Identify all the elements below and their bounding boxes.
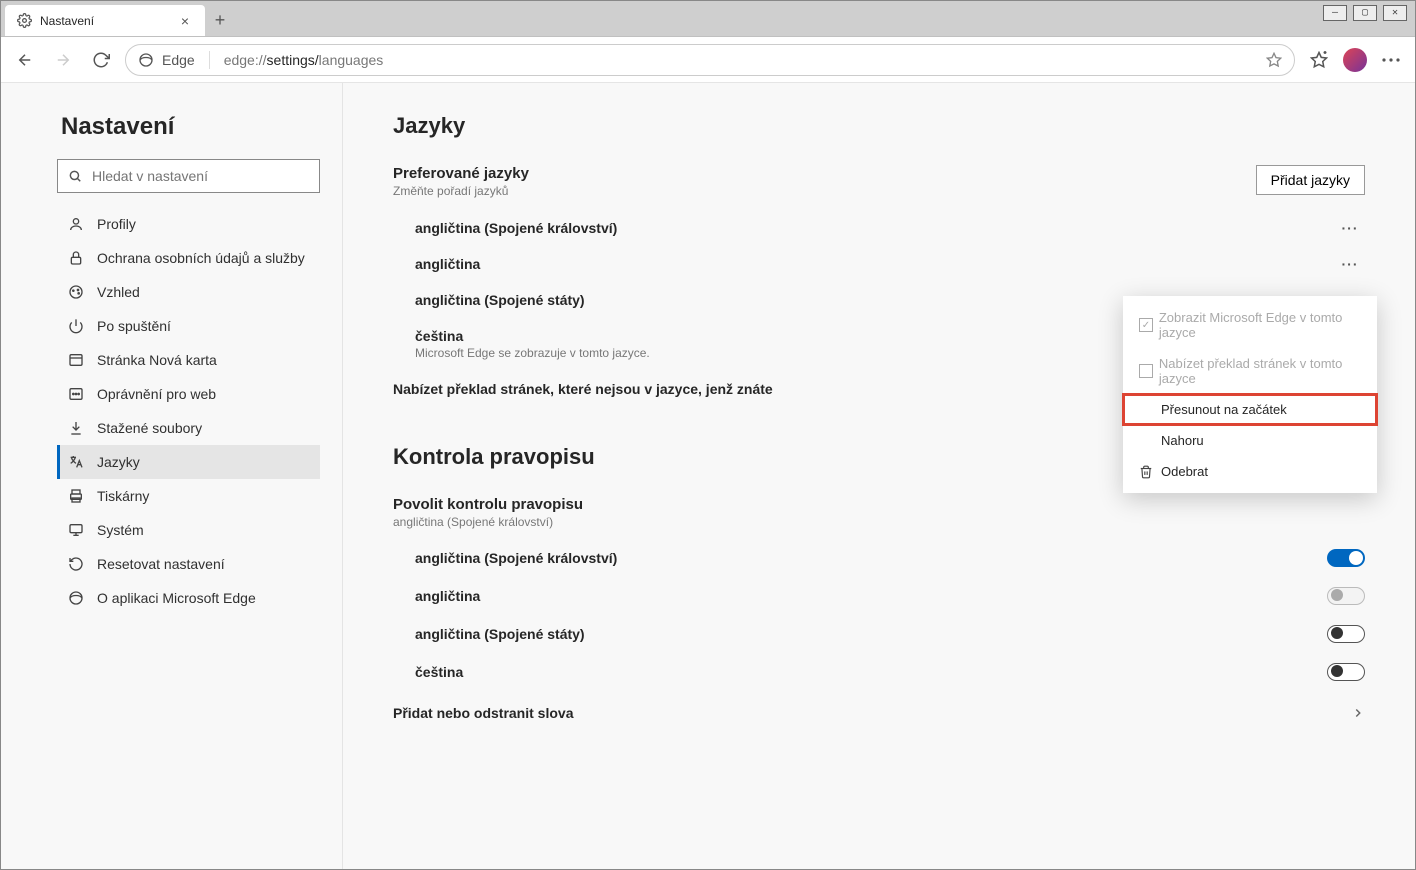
- refresh-button[interactable]: [87, 46, 115, 74]
- language-context-menu: ✓ Zobrazit Microsoft Edge v tomto jazyce…: [1123, 296, 1377, 493]
- download-icon: [67, 420, 85, 436]
- enable-spellcheck-note: angličtina (Spojené království): [393, 515, 1365, 529]
- menu-button[interactable]: [1377, 46, 1405, 74]
- language-row: angličtina ···: [393, 246, 1365, 282]
- preferred-languages-label: Preferované jazyky: [393, 165, 529, 182]
- settings-sidebar: Nastavení Profily Ochrana osobních údajů…: [1, 83, 343, 869]
- printer-icon: [67, 488, 85, 504]
- languages-heading: Jazyky: [393, 113, 1365, 139]
- maximize-button[interactable]: ▢: [1353, 5, 1377, 21]
- tab-strip: Nastavení × +: [1, 1, 1415, 37]
- close-window-button[interactable]: ✕: [1383, 5, 1407, 21]
- sidebar-item-languages[interactable]: Jazyky: [57, 445, 320, 479]
- language-more-button[interactable]: ···: [1335, 256, 1365, 272]
- sidebar-item-startup[interactable]: Po spuštění: [57, 309, 320, 343]
- url-text: edge://settings/languages: [224, 52, 1258, 68]
- ctx-offer-translate: Nabízet překlad stránek v tomto jazyce: [1123, 348, 1377, 394]
- sidebar-item-newtab[interactable]: Stránka Nová karta: [57, 343, 320, 377]
- back-button[interactable]: [11, 46, 39, 74]
- sidebar-item-reset[interactable]: Resetovat nastavení: [57, 547, 320, 581]
- settings-search[interactable]: [57, 159, 320, 193]
- preferred-languages-note: Změňte pořadí jazyků: [393, 184, 529, 198]
- spell-lang-row: angličtina (Spojené státy): [393, 615, 1365, 653]
- spell-lang-row: angličtina (Spojené království): [393, 539, 1365, 577]
- language-row: angličtina (Spojené království) ···: [393, 210, 1365, 246]
- checkbox-icon: [1139, 364, 1159, 378]
- spell-toggle[interactable]: [1327, 587, 1365, 605]
- layout-icon: [67, 352, 85, 368]
- spell-toggle[interactable]: [1327, 549, 1365, 567]
- minimize-button[interactable]: —: [1323, 5, 1347, 21]
- enable-spellcheck-label: Povolit kontrolu pravopisu: [393, 496, 1365, 513]
- sidebar-item-downloads[interactable]: Stažené soubory: [57, 411, 320, 445]
- palette-icon: [67, 284, 85, 300]
- site-name: Edge: [162, 52, 195, 68]
- new-tab-button[interactable]: +: [205, 5, 235, 36]
- language-more-button[interactable]: ···: [1335, 220, 1365, 236]
- window-controls: — ▢ ✕: [1315, 1, 1415, 25]
- add-languages-button[interactable]: Přidat jazyky: [1256, 165, 1365, 195]
- person-icon: [67, 216, 85, 232]
- settings-nav: Profily Ochrana osobních údajů a služby …: [57, 207, 320, 615]
- sidebar-item-site-permissions[interactable]: Oprávnění pro web: [57, 377, 320, 411]
- ctx-display-in-language: ✓ Zobrazit Microsoft Edge v tomto jazyce: [1123, 302, 1377, 348]
- favorite-icon[interactable]: [1266, 52, 1282, 68]
- language-icon: [67, 454, 85, 470]
- address-bar[interactable]: Edge edge://settings/languages: [125, 44, 1295, 76]
- spell-toggle[interactable]: [1327, 625, 1365, 643]
- sidebar-item-printers[interactable]: Tiskárny: [57, 479, 320, 513]
- favorites-button[interactable]: [1305, 46, 1333, 74]
- main-content: Jazyky Preferované jazyky Změňte pořadí …: [343, 83, 1415, 869]
- gear-icon: [17, 13, 32, 28]
- ctx-move-up[interactable]: Nahoru: [1123, 425, 1377, 456]
- sidebar-item-about[interactable]: O aplikaci Microsoft Edge: [57, 581, 320, 615]
- forward-button[interactable]: [49, 46, 77, 74]
- toolbar: Edge edge://settings/languages: [1, 37, 1415, 83]
- reset-icon: [67, 556, 85, 572]
- edge-icon: [138, 52, 154, 68]
- edge-about-icon: [67, 590, 85, 606]
- sidebar-item-system[interactable]: Systém: [57, 513, 320, 547]
- tab-title: Nastavení: [40, 14, 177, 28]
- lock-icon: [67, 250, 85, 266]
- spell-lang-row: angličtina: [393, 577, 1365, 615]
- spell-toggle[interactable]: [1327, 663, 1365, 681]
- browser-tab[interactable]: Nastavení ×: [5, 5, 205, 36]
- sidebar-item-privacy[interactable]: Ochrana osobních údajů a služby: [57, 241, 320, 275]
- power-icon: [67, 318, 85, 334]
- divider: [209, 51, 210, 69]
- add-remove-words-row[interactable]: Přidat nebo odstranit slova: [393, 691, 1365, 735]
- sidebar-item-appearance[interactable]: Vzhled: [57, 275, 320, 309]
- check-icon: ✓: [1139, 318, 1159, 332]
- trash-icon: [1139, 465, 1161, 479]
- sidebar-item-profiles[interactable]: Profily: [57, 207, 320, 241]
- profile-avatar[interactable]: [1343, 48, 1367, 72]
- search-icon: [68, 169, 82, 183]
- ctx-move-to-top[interactable]: Přesunout na začátek: [1123, 394, 1377, 425]
- close-tab-icon[interactable]: ×: [177, 13, 193, 29]
- spell-lang-row: čeština: [393, 653, 1365, 691]
- ctx-remove[interactable]: Odebrat: [1123, 456, 1377, 487]
- system-icon: [67, 522, 85, 538]
- permissions-icon: [67, 386, 85, 402]
- chevron-right-icon: [1351, 706, 1365, 720]
- settings-search-input[interactable]: [90, 167, 309, 185]
- settings-title: Nastavení: [61, 113, 320, 141]
